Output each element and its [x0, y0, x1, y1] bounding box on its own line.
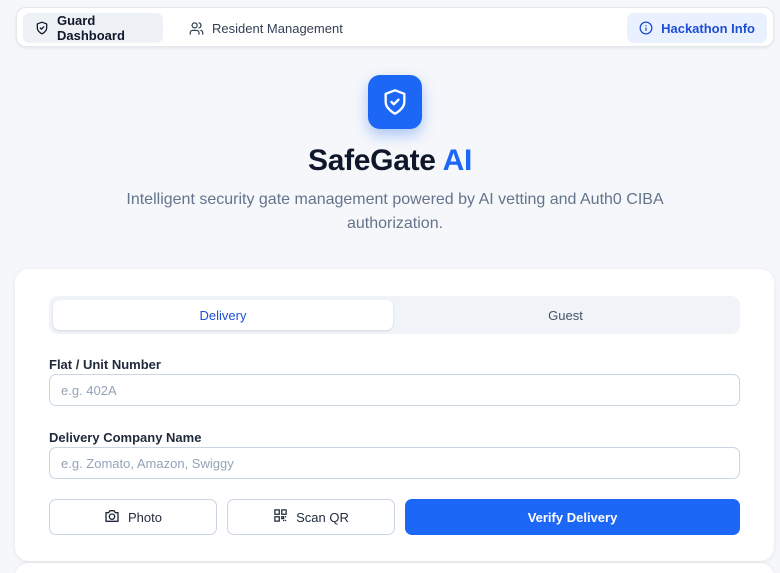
- scan-qr-button[interactable]: Scan QR: [227, 499, 395, 535]
- vetting-form-card: Delivery Guest Flat / Unit Number Delive…: [15, 269, 774, 561]
- photo-button-label: Photo: [128, 509, 162, 525]
- shield-icon: [35, 21, 49, 35]
- photo-button[interactable]: Photo: [49, 499, 217, 535]
- shield-check-icon: [368, 75, 422, 129]
- users-icon: [189, 21, 204, 36]
- info-circle-icon: [639, 21, 653, 35]
- brand-accent: AI: [442, 144, 473, 177]
- nav-tab-label: Guard Dashboard: [57, 13, 125, 43]
- tagline: Intelligent security gate management pow…: [126, 191, 664, 232]
- delivery-company-label: Delivery Company Name: [49, 430, 202, 445]
- tab-delivery[interactable]: Delivery: [53, 300, 393, 330]
- nav-tab-guard-dashboard[interactable]: Guard Dashboard: [23, 13, 163, 43]
- flat-number-label: Flat / Unit Number: [49, 357, 161, 372]
- qr-code-icon: [273, 508, 288, 526]
- tab-guest[interactable]: Guest: [395, 300, 736, 330]
- delivery-company-input[interactable]: [49, 447, 740, 479]
- top-navigation: Guard Dashboard Resident Management Hack…: [16, 7, 774, 47]
- nav-tab-resident-management[interactable]: Resident Management: [177, 13, 355, 43]
- flat-number-input[interactable]: [49, 374, 740, 406]
- camera-icon: [104, 508, 120, 527]
- nav-tab-label: Resident Management: [212, 20, 343, 36]
- brand-name: SafeGate: [308, 144, 436, 177]
- hackathon-info-button[interactable]: Hackathon Info: [627, 13, 767, 43]
- page-title: SafeGate AI: [0, 144, 780, 178]
- hackathon-info-label: Hackathon Info: [661, 20, 755, 36]
- verify-delivery-button[interactable]: Verify Delivery: [405, 499, 740, 535]
- visitor-type-toggle: Delivery Guest: [49, 296, 740, 334]
- scan-qr-button-label: Scan QR: [296, 509, 349, 525]
- secondary-card: [15, 563, 774, 573]
